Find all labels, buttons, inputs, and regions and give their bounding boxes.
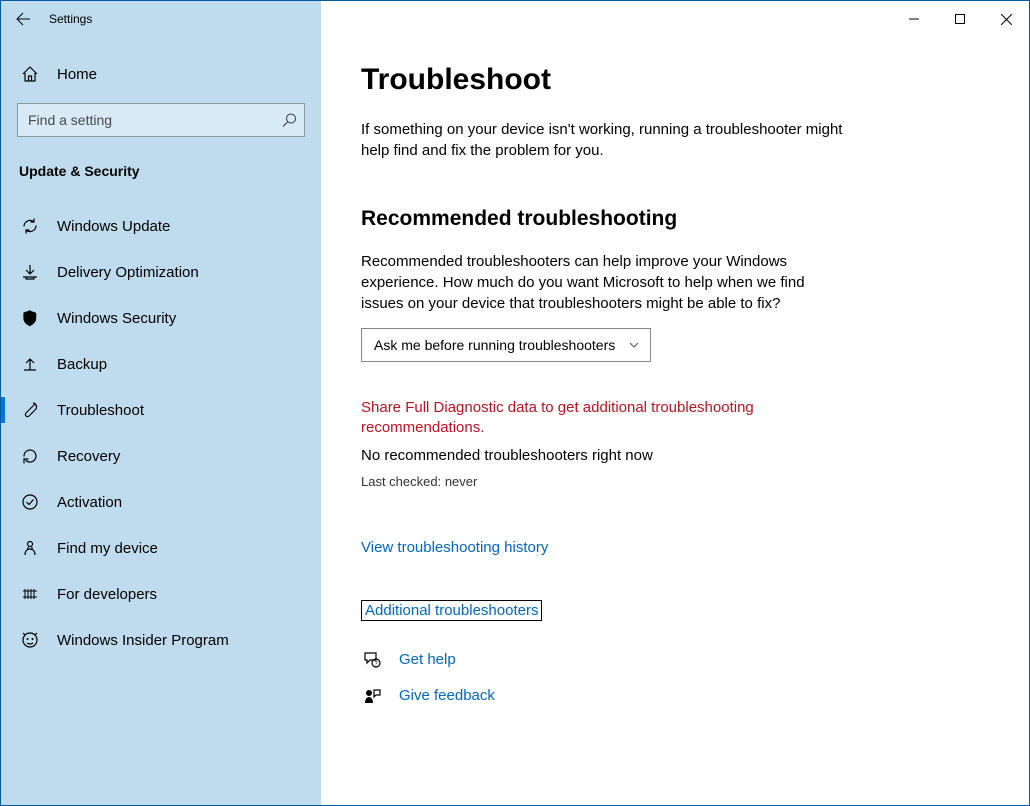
download-icon <box>21 263 39 281</box>
sidebar-item-recovery[interactable]: Recovery <box>17 433 305 479</box>
section-heading: Update & Security <box>17 163 305 179</box>
additional-troubleshooters-link[interactable]: Additional troubleshooters <box>361 600 542 621</box>
home-icon <box>21 65 39 83</box>
sidebar-item-windows-security[interactable]: Windows Security <box>17 295 305 341</box>
sidebar-item-label: Windows Insider Program <box>57 632 229 649</box>
get-help-row[interactable]: ? Get help <box>361 649 989 671</box>
no-recommended-text: No recommended troubleshooters right now <box>361 447 989 464</box>
sidebar-item-label: Backup <box>57 356 107 373</box>
sidebar-item-label: Activation <box>57 494 122 511</box>
sidebar-item-troubleshoot[interactable]: Troubleshoot <box>17 387 305 433</box>
back-button[interactable] <box>1 1 45 37</box>
sidebar: Home Update & Security Windows Update De… <box>1 37 321 805</box>
find-device-icon <box>21 539 39 557</box>
sidebar-item-windows-update[interactable]: Windows Update <box>17 203 305 249</box>
insider-icon <box>21 631 39 649</box>
title-bar: Settings <box>1 1 1029 37</box>
sync-icon <box>21 217 39 235</box>
window-title: Settings <box>49 12 92 26</box>
last-checked-text: Last checked: never <box>361 474 989 489</box>
back-arrow-icon <box>15 11 31 27</box>
sidebar-item-activation[interactable]: Activation <box>17 479 305 525</box>
get-help-link[interactable]: Get help <box>399 651 456 668</box>
minimize-icon <box>909 14 919 24</box>
diagnostic-warning: Share Full Diagnostic data to get additi… <box>361 398 801 439</box>
main-panel: Troubleshoot If something on your device… <box>321 37 1029 805</box>
recommended-description: Recommended troubleshooters can help imp… <box>361 251 821 314</box>
sidebar-item-delivery-optimization[interactable]: Delivery Optimization <box>17 249 305 295</box>
give-feedback-link[interactable]: Give feedback <box>399 687 495 704</box>
help-chat-icon: ? <box>362 650 382 670</box>
close-icon <box>1001 14 1012 25</box>
check-circle-icon <box>21 493 39 511</box>
maximize-button[interactable] <box>937 1 983 37</box>
chevron-down-icon <box>628 339 640 351</box>
page-title: Troubleshoot <box>361 63 989 97</box>
intro-text: If something on your device isn't workin… <box>361 119 861 161</box>
sidebar-item-label: Troubleshoot <box>57 402 144 419</box>
sidebar-item-for-developers[interactable]: For developers <box>17 571 305 617</box>
maximize-icon <box>955 14 965 24</box>
wrench-icon <box>21 401 39 419</box>
give-feedback-row[interactable]: Give feedback <box>361 685 989 707</box>
section-heading: Recommended troubleshooting <box>361 207 989 231</box>
sidebar-item-windows-insider[interactable]: Windows Insider Program <box>17 617 305 663</box>
recovery-icon <box>21 447 39 465</box>
search-input[interactable] <box>17 103 305 137</box>
sidebar-item-backup[interactable]: Backup <box>17 341 305 387</box>
sidebar-item-label: Windows Security <box>57 310 176 327</box>
home-label: Home <box>57 66 97 83</box>
close-button[interactable] <box>983 1 1029 37</box>
sidebar-item-label: Windows Update <box>57 218 170 235</box>
shield-icon <box>21 309 39 327</box>
dropdown-value: Ask me before running troubleshooters <box>374 337 615 353</box>
minimize-button[interactable] <box>891 1 937 37</box>
sidebar-item-label: Find my device <box>57 540 158 557</box>
sidebar-item-label: For developers <box>57 586 157 603</box>
developer-icon <box>21 585 39 603</box>
sidebar-item-label: Recovery <box>57 448 120 465</box>
troubleshoot-preference-dropdown[interactable]: Ask me before running troubleshooters <box>361 328 651 362</box>
sidebar-item-find-my-device[interactable]: Find my device <box>17 525 305 571</box>
view-history-link[interactable]: View troubleshooting history <box>361 539 548 556</box>
backup-icon <box>21 355 39 373</box>
home-nav[interactable]: Home <box>17 55 305 103</box>
sidebar-item-label: Delivery Optimization <box>57 264 199 281</box>
feedback-icon <box>362 686 382 706</box>
